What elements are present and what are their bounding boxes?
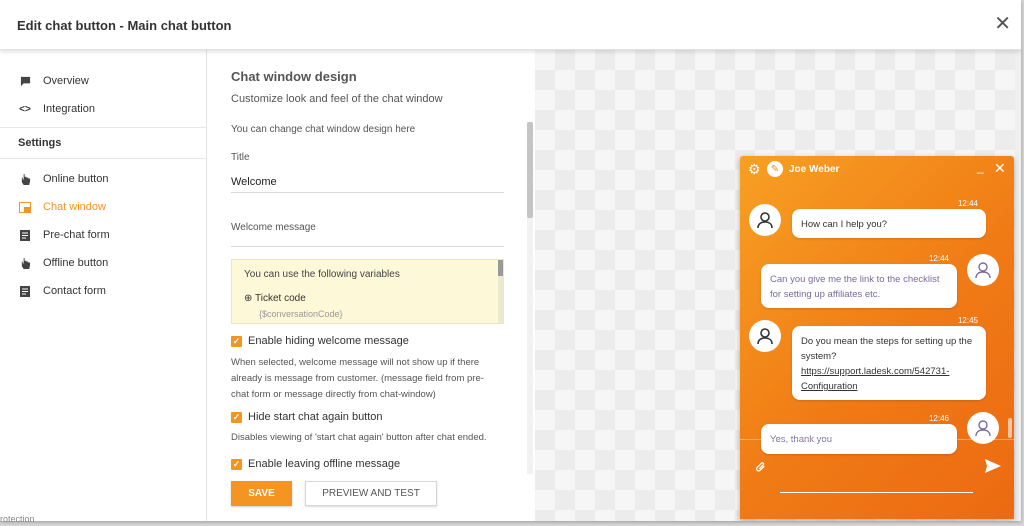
chat-bubble-icon bbox=[18, 74, 32, 88]
modal-title: Edit chat button - Main chat button bbox=[17, 18, 232, 33]
chat-scrollbar[interactable] bbox=[1008, 418, 1012, 438]
checkbox-checked-icon: ✓ bbox=[231, 458, 242, 470]
close-icon[interactable]: ✕ bbox=[994, 161, 1006, 175]
pencil-icon[interactable]: ✎ bbox=[767, 161, 783, 177]
hide-start-chat-checkbox[interactable]: ✓ Hide start chat again button bbox=[231, 411, 383, 423]
window-icon bbox=[18, 200, 32, 214]
sidebar-item-integration[interactable]: <> Integration bbox=[0, 95, 206, 123]
title-label: Title bbox=[231, 152, 250, 163]
sidebar-item-label: Offline button bbox=[43, 257, 109, 269]
variables-scrollbar-thumb[interactable] bbox=[498, 260, 503, 276]
chat-message: 12:44 Can you give me the link to the ch… bbox=[761, 254, 957, 308]
agent-avatar bbox=[749, 320, 781, 352]
sidebar-item-label: Overview bbox=[43, 75, 89, 87]
sidebar-item-pre-chat-form[interactable]: Pre-chat form bbox=[0, 221, 206, 249]
form-icon bbox=[18, 228, 32, 242]
page-scrollbar[interactable] bbox=[1015, 50, 1021, 521]
edit-chat-button-modal: Edit chat button - Main chat button ✕ Ov… bbox=[0, 0, 1021, 521]
enable-hiding-checkbox[interactable]: ✓ Enable hiding welcome message bbox=[231, 335, 409, 347]
message-time: 12:44 bbox=[957, 199, 978, 208]
chat-message: 12:44 How can I help you? bbox=[792, 199, 986, 238]
code-icon: <> bbox=[19, 103, 31, 115]
sidebar-item-contact-form[interactable]: Contact form bbox=[0, 277, 206, 305]
chat-header: ⚙ ✎ Joe Weber _ ✕ bbox=[740, 156, 1014, 184]
form-title: Chat window design bbox=[231, 69, 357, 84]
checkbox-checked-icon: ✓ bbox=[231, 411, 242, 423]
message-text: Do you mean the steps for setting up the… bbox=[801, 336, 973, 362]
sidebar-item-chat-window[interactable]: Chat window bbox=[0, 193, 206, 221]
checkbox-checked-icon: ✓ bbox=[231, 335, 242, 347]
preview-and-test-button[interactable]: PREVIEW AND TEST bbox=[305, 481, 437, 506]
plus-circle-icon: ⊕ bbox=[244, 293, 253, 304]
chat-window-design-form: Chat window design Customize look and fe… bbox=[207, 50, 535, 521]
sidebar-item-label: Online button bbox=[43, 173, 109, 185]
enable-hiding-description: When selected, welcome message will not … bbox=[231, 357, 484, 400]
modal-header: Edit chat button - Main chat button ✕ bbox=[0, 0, 1021, 50]
settings-sidebar: Overview <> Integration Settings Online … bbox=[0, 50, 207, 521]
agent-name: Joe Weber bbox=[789, 164, 840, 175]
attachment-icon[interactable] bbox=[749, 458, 770, 479]
send-icon[interactable] bbox=[985, 459, 1001, 477]
sidebar-divider bbox=[0, 127, 206, 128]
checkbox-label: Hide start chat again button bbox=[248, 411, 383, 423]
title-input[interactable]: Welcome bbox=[231, 176, 277, 188]
sidebar-item-label: Chat window bbox=[43, 201, 106, 213]
settings-heading: Settings bbox=[18, 137, 62, 149]
variable-ticket-code[interactable]: ⊕ Ticket code bbox=[244, 293, 306, 304]
checkbox-label: Enable leaving offline message bbox=[248, 458, 401, 470]
chat-message: 12:45 Do you mean the steps for setting … bbox=[792, 316, 986, 400]
message-text: Can you give me the link to the checklis… bbox=[770, 274, 940, 300]
sidebar-item-label: Contact form bbox=[43, 285, 106, 297]
sidebar-item-label: Pre-chat form bbox=[43, 229, 110, 241]
message-time: 12:44 bbox=[928, 254, 949, 263]
chat-window-preview: ⚙ ✎ Joe Weber _ ✕ 12:44 How can I help y… bbox=[740, 156, 1014, 519]
variables-box: You can use the following variables ⊕ Ti… bbox=[231, 259, 504, 324]
user-icon bbox=[757, 328, 773, 345]
message-text: How can I help you? bbox=[801, 219, 888, 230]
form-intro: You can change chat window design here bbox=[231, 124, 416, 135]
sidebar-item-offline-button[interactable]: Offline button bbox=[0, 249, 206, 277]
hide-start-chat-description: Disables viewing of 'start chat again' b… bbox=[231, 432, 487, 443]
gear-icon[interactable]: ⚙ bbox=[748, 162, 761, 176]
title-input-underline bbox=[231, 192, 504, 193]
message-time: 12:45 bbox=[957, 316, 978, 325]
sidebar-item-online-button[interactable]: Online button bbox=[0, 165, 206, 193]
sidebar-item-label: Integration bbox=[43, 103, 95, 115]
form-icon bbox=[18, 284, 32, 298]
sidebar-item-overview[interactable]: Overview bbox=[0, 67, 206, 95]
user-icon bbox=[757, 212, 773, 229]
save-button[interactable]: SAVE bbox=[231, 481, 292, 506]
form-scrollbar-thumb[interactable] bbox=[527, 122, 533, 218]
background-text: rotection bbox=[0, 514, 35, 524]
chat-message-input[interactable] bbox=[780, 492, 973, 493]
hand-pointer-icon bbox=[18, 256, 32, 270]
user-icon bbox=[975, 420, 991, 437]
close-icon[interactable]: ✕ bbox=[994, 14, 1011, 34]
customer-avatar bbox=[967, 254, 999, 286]
welcome-message-label: Welcome message bbox=[231, 222, 316, 233]
user-icon bbox=[975, 262, 991, 279]
chat-input-area bbox=[740, 439, 1014, 519]
welcome-message-input[interactable] bbox=[231, 246, 504, 247]
minimize-icon[interactable]: _ bbox=[977, 160, 984, 174]
variable-code: {$conversationCode} bbox=[259, 309, 343, 319]
form-subtitle: Customize look and feel of the chat wind… bbox=[231, 93, 443, 105]
hand-pointer-icon bbox=[18, 172, 32, 186]
variable-label: Ticket code bbox=[255, 293, 306, 304]
checkbox-label: Enable hiding welcome message bbox=[248, 335, 409, 347]
support-link[interactable]: https://support.ladesk.com/542731-Config… bbox=[801, 366, 949, 392]
sidebar-divider bbox=[0, 158, 206, 159]
agent-avatar bbox=[749, 204, 781, 236]
variables-heading: You can use the following variables bbox=[244, 269, 400, 280]
message-time: 12:46 bbox=[928, 414, 949, 423]
enable-offline-message-checkbox[interactable]: ✓ Enable leaving offline message bbox=[231, 458, 400, 470]
